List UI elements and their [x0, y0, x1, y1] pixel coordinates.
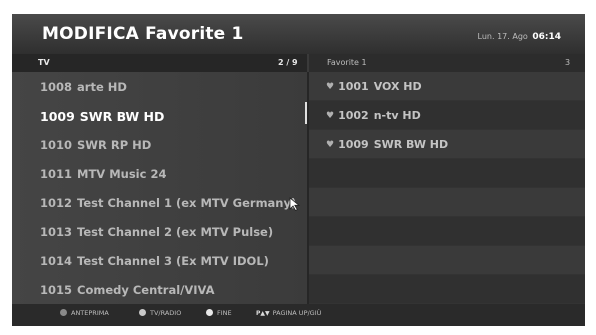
favorite-number: 1002	[338, 109, 369, 122]
date-time: Lun. 17. Ago 06:14	[478, 32, 561, 42]
favorite-name: n-tv HD	[373, 109, 421, 122]
channel-number: 1012	[40, 196, 73, 210]
legend-item-page: P▲▼ PAGINA UP/GIÙ	[256, 309, 321, 317]
page-title: MODIFICA Favorite 1	[42, 24, 244, 44]
channel-number: 1010	[40, 138, 73, 152]
heart-icon: ♥	[326, 111, 335, 121]
favorites-row	[309, 275, 585, 303]
channel-name: Test Channel 2 (ex MTV Pulse)	[77, 225, 274, 239]
legend-item: TV/RADIO	[139, 309, 181, 317]
legend-item: ANTEPRIMA	[60, 309, 109, 317]
channel-row[interactable]: 1015 Comedy Central/VIVA	[40, 283, 215, 297]
channel-list-header: TV 2 / 9	[12, 54, 307, 72]
channel-name: SWR RP HD	[77, 138, 152, 152]
favorite-name: SWR BW HD	[373, 138, 449, 151]
channel-name: SWR BW HD	[79, 109, 165, 124]
favorites-header: Favorite 1 3	[309, 54, 585, 72]
favorite-number: 1009	[338, 138, 369, 151]
legend-item: FINE	[206, 309, 232, 317]
page-indicator: 2 / 9	[278, 58, 298, 67]
channel-row[interactable]: 1012 Test Channel 1 (ex MTV Germany)	[40, 196, 296, 210]
page-keys-icon: P▲▼	[256, 310, 270, 317]
legend-label: PAGINA UP/GIÙ	[272, 309, 322, 317]
color-key-icon	[60, 309, 67, 316]
heart-icon: ♥	[326, 140, 335, 150]
channel-list[interactable]: 1008 arte HD 1009 SWR BW HD 1010 SWR RP HD 101…	[12, 72, 307, 304]
channel-number: 1013	[40, 225, 73, 239]
channel-row[interactable]: 1014 Test Channel 3 (Ex MTV IDOL)	[40, 254, 269, 268]
channel-name: Test Channel 3 (Ex MTV IDOL)	[77, 254, 269, 268]
favorite-name: VOX HD	[373, 80, 422, 93]
footer-legend: ANTEPRIMA TV/RADIO FINE P▲▼ PAGINA UP/GIÙ	[12, 304, 585, 326]
favorites-row	[309, 217, 585, 245]
legend-label: FINE	[217, 309, 232, 317]
favorite-item[interactable]: ♥ 1009 SWR BW HD	[326, 138, 448, 151]
channel-name: Comedy Central/VIVA	[77, 283, 215, 297]
channel-name: MTV Music 24	[77, 167, 167, 181]
channel-row[interactable]: 1009 SWR BW HD	[40, 109, 164, 124]
favorite-number: 1001	[338, 80, 369, 93]
favorite-item[interactable]: ♥ 1002 n-tv HD	[326, 109, 421, 122]
mouse-cursor-icon	[289, 197, 301, 211]
channel-row[interactable]: 1011 MTV Music 24	[40, 167, 166, 181]
app-window: MODIFICA Favorite 1 Lun. 17. Ago 06:14 T…	[12, 14, 585, 326]
scrollbar-thumb[interactable]	[305, 102, 307, 124]
heart-icon: ♥	[326, 82, 335, 92]
favorites-list[interactable]: ♥ 1001 VOX HD ♥ 1002 n-tv HD ♥ 1009 SWR BW HD	[309, 72, 585, 304]
channel-number: 1015	[40, 283, 73, 297]
list-type-label: TV	[38, 58, 50, 67]
color-key-icon	[206, 309, 213, 316]
channel-row[interactable]: 1013 Test Channel 2 (ex MTV Pulse)	[40, 225, 273, 239]
favorites-list-name: Favorite 1	[327, 58, 367, 67]
channel-number: 1014	[40, 254, 73, 268]
header-bar: MODIFICA Favorite 1 Lun. 17. Ago 06:14	[12, 14, 585, 54]
color-key-icon	[139, 309, 146, 316]
channel-name: Test Channel 1 (ex MTV Germany)	[77, 196, 297, 210]
favorites-row	[309, 188, 585, 216]
channel-number: 1008	[40, 80, 73, 94]
favorite-item[interactable]: ♥ 1001 VOX HD	[326, 80, 422, 93]
channel-row[interactable]: 1008 arte HD	[40, 80, 127, 94]
legend-label: ANTEPRIMA	[71, 309, 109, 317]
favorites-row	[309, 246, 585, 274]
favorites-count: 3	[565, 58, 571, 67]
channel-row[interactable]: 1010 SWR RP HD	[40, 138, 151, 152]
time-label: 06:14	[532, 32, 561, 42]
channel-number: 1011	[40, 167, 73, 181]
legend-label: TV/RADIO	[150, 309, 182, 317]
favorites-row	[309, 159, 585, 187]
channel-name: arte HD	[77, 80, 127, 94]
date-label: Lun. 17. Ago	[477, 32, 528, 41]
channel-number: 1009	[40, 109, 75, 124]
